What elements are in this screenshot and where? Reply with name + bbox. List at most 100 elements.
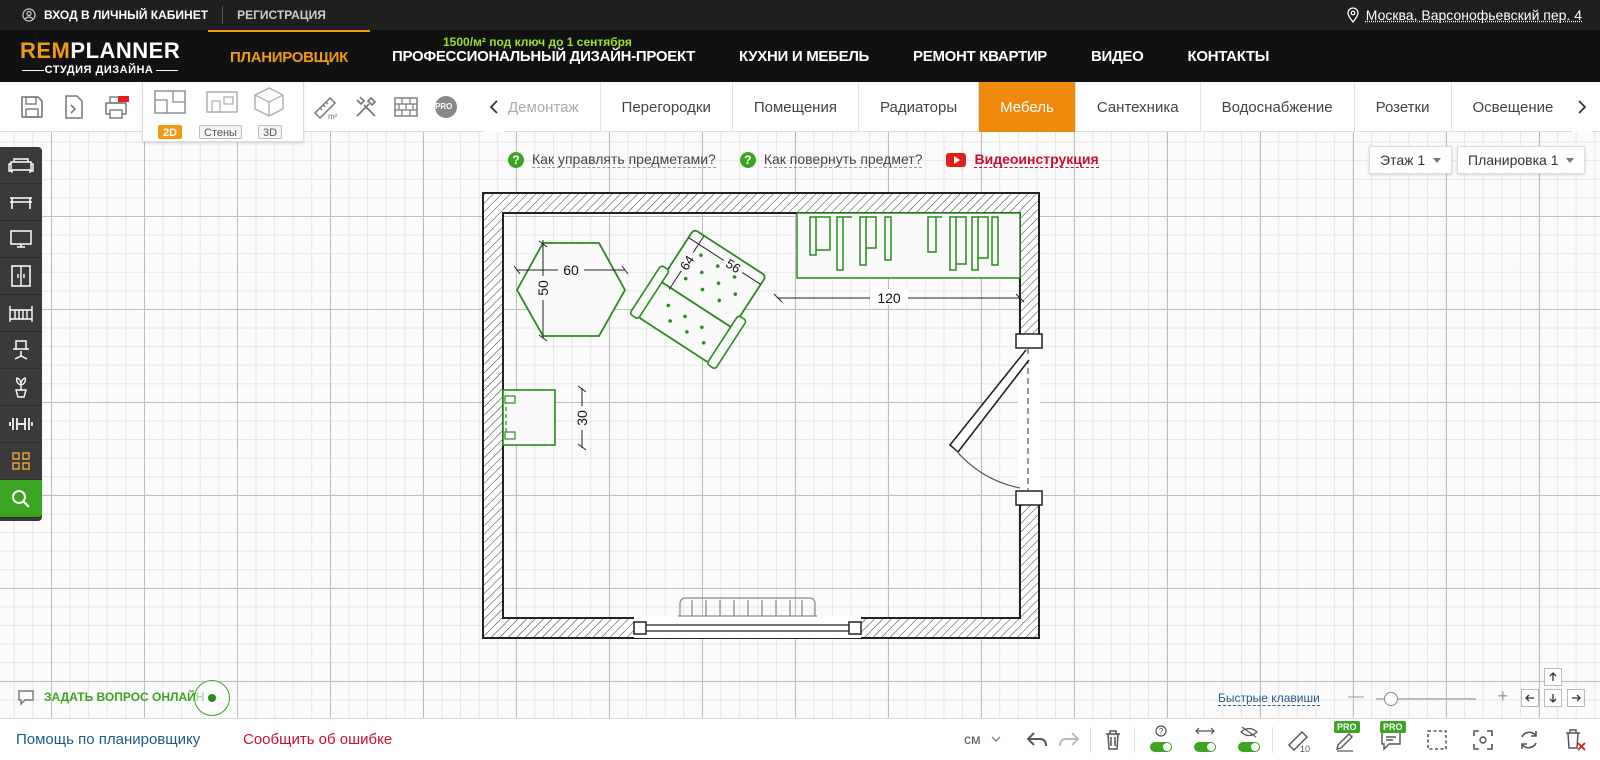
video-instruction-link[interactable]: Видеоинструкция [946,151,1099,168]
sidebar-item-kids[interactable] [0,295,42,332]
hexagon-table[interactable]: 60 50 [513,240,629,342]
svg-text:?: ? [1159,727,1164,736]
save-icon [21,96,43,118]
pan-right-button[interactable] [1567,689,1585,707]
dimension-60-label: 60 [563,262,579,278]
ruler-area-icon: m² [313,96,338,121]
fit-view-button[interactable] [1468,725,1498,755]
redo-button[interactable] [1054,725,1084,755]
report-bug-link[interactable]: Сообщить об ошибке [243,731,392,748]
tab-lighting[interactable]: Освещение [1452,82,1576,132]
tab-demolition[interactable]: Демонтаж [500,82,601,132]
divider [1134,727,1135,753]
cabinet[interactable]: 30 [502,385,590,451]
tabs-scroll-left[interactable] [484,82,504,132]
address-link[interactable]: Москва, Варсонофьевский пер. 4 [1346,0,1582,30]
sidebar-item-sofas[interactable] [0,147,42,184]
layout-select[interactable]: Планировка 1 [1457,146,1586,174]
floor-plan[interactable]: 120 60 50 56 64 30 [480,190,1047,645]
pan-down-button[interactable] [1544,689,1562,707]
focus-icon [1473,730,1493,750]
toggle-visibility[interactable] [1234,725,1264,755]
tab-sockets[interactable]: Розетки [1355,82,1452,132]
tab-rooms[interactable]: Помещения [733,82,859,132]
toggle-hints[interactable]: ? [1146,725,1176,755]
wardrobe[interactable] [796,212,1021,279]
grid-icon [12,452,30,470]
pro-button[interactable]: PRO [430,91,462,123]
pan-up-button[interactable] [1544,668,1562,686]
zoom-in-icon[interactable]: + [1497,686,1508,707]
trash-icon [1106,730,1120,750]
nav-item-kitchens[interactable]: КУХНИ И МЕБЕЛЬ [717,30,891,82]
view-3d-label[interactable]: 3D [258,125,283,139]
pan-left-button[interactable] [1521,689,1539,707]
sidebar-item-decor[interactable] [0,369,42,406]
view-2d-button[interactable] [152,86,188,118]
sidebar-item-sport[interactable] [0,406,42,443]
toggle-dimensions[interactable] [1190,725,1220,755]
help-manage-items-link[interactable]: ? Как управлять предметами? [508,151,716,168]
arrow-left-icon [1525,694,1534,702]
clear-all-button[interactable] [1560,725,1590,755]
view-walls-button[interactable] [204,86,240,118]
undo-button[interactable] [1022,725,1052,755]
office-chair-icon [13,340,29,360]
login-link[interactable]: ВХОД В ЛИЧНЫЙ КАБИНЕТ [0,8,208,22]
select-area-button[interactable] [1422,725,1452,755]
open-button[interactable] [58,91,90,123]
zoom-slider[interactable]: — + [1348,686,1508,708]
nav-item-planner[interactable]: ПЛАНИРОВЩИК [208,30,370,82]
tab-plumbing[interactable]: Сантехника [1076,82,1201,132]
refresh-button[interactable] [1514,725,1544,755]
measure-area-button[interactable]: m² [310,91,342,123]
sidebar-item-all[interactable] [0,443,42,480]
comments-pro-button[interactable]: PRO [1376,721,1406,755]
tools-button[interactable] [350,91,382,123]
planner-help-link[interactable]: Помощь по планировщику [16,731,200,748]
logo[interactable]: REMPLANNER СТУДИЯ ДИЗАЙНА [20,40,180,77]
radiator[interactable] [678,597,817,617]
sidebar-item-office[interactable] [0,332,42,369]
save-button[interactable] [16,91,48,123]
crib-icon [9,306,33,322]
tab-water-supply[interactable]: Водоснабжение [1201,82,1355,132]
bricks-button[interactable] [390,91,422,123]
units-value: см [964,731,981,747]
redo-icon [1059,732,1080,747]
view-2d-label[interactable]: 2D [158,125,183,139]
sidebar-item-tables[interactable] [0,184,42,221]
tab-partitions[interactable]: Перегородки [601,82,733,132]
view-3d-button[interactable] [251,86,287,118]
nav-item-design-project[interactable]: ПРОФЕССИОНАЛЬНЫЙ ДИЗАЙН-ПРОЕКТ [370,30,717,82]
window[interactable] [633,616,862,638]
zoom-knob[interactable] [1384,692,1398,706]
import-icon [65,95,83,119]
units-select[interactable]: см [964,731,1001,747]
tab-furniture[interactable]: Мебель [979,82,1076,132]
nav-items: ПЛАНИРОВЩИК ПРОФЕССИОНАЛЬНЫЙ ДИЗАЙН-ПРОЕ… [208,30,1291,82]
sidebar-item-wardrobes[interactable] [0,258,42,295]
armchair[interactable]: 56 64 [629,225,773,369]
nav-item-contacts[interactable]: КОНТАКТЫ [1166,30,1292,82]
door[interactable] [948,333,1043,506]
nav-item-video[interactable]: ВИДЕО [1069,30,1165,82]
ask-question-online[interactable]: ЗАДАТЬ ВОПРОС ОНЛАЙН [16,688,204,706]
print-button[interactable] [100,91,132,123]
help-rotate-item-link[interactable]: ? Как повернуть предмет? [739,151,923,168]
tabs-scroll-right[interactable] [1572,82,1592,132]
nav-item-renovation[interactable]: РЕМОНТ КВАРТИР [891,30,1069,82]
delete-button[interactable] [1098,725,1128,755]
chat-status-indicator[interactable] [194,680,230,716]
sofa-icon [8,158,34,173]
hotkeys-link[interactable]: Быстрые клавиши [1218,691,1320,706]
zoom-out-icon[interactable]: — [1348,688,1364,706]
register-link[interactable]: РЕГИСТРАЦИЯ [237,8,326,22]
sidebar-item-tv[interactable] [0,221,42,258]
tab-radiators[interactable]: Радиаторы [859,82,980,132]
ruler-10-button[interactable]: 10 [1284,725,1314,755]
draw-pro-button[interactable]: PRO [1330,721,1360,755]
view-walls-label[interactable]: Стены [199,125,242,139]
floor-select[interactable]: Этаж 1 [1369,146,1453,174]
sidebar-search-button[interactable] [0,480,42,518]
